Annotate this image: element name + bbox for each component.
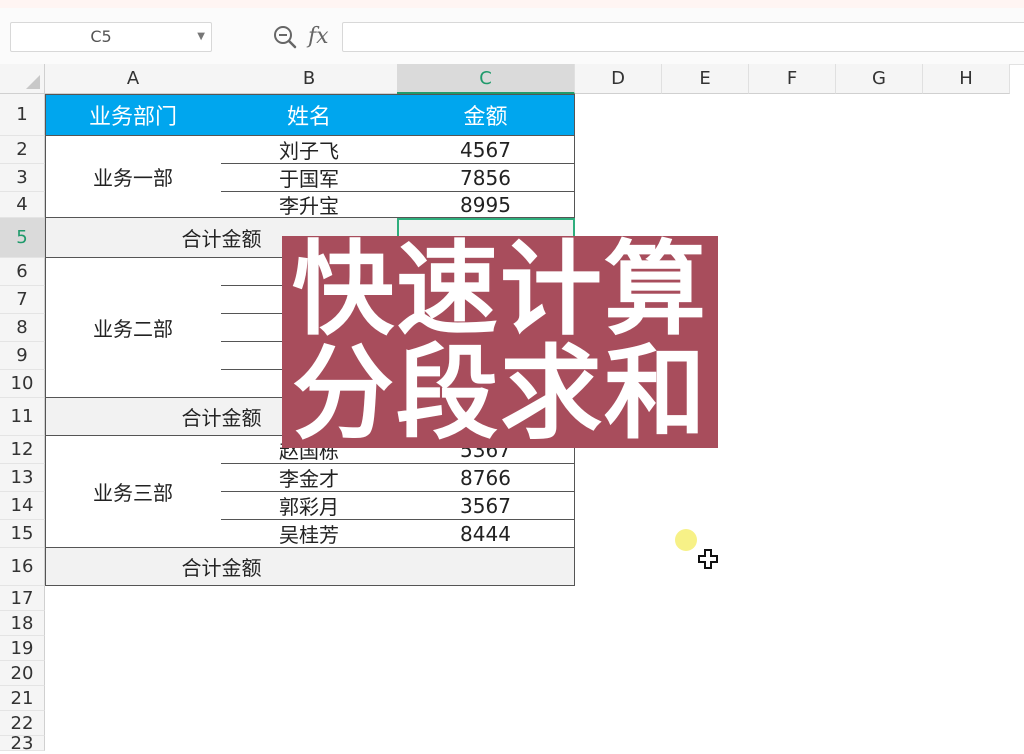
row-header-4[interactable]: 4	[0, 192, 45, 218]
dept-cell[interactable]: 业务三部	[45, 436, 222, 548]
row-header-14[interactable]: 14	[0, 492, 45, 520]
fx-icon[interactable]: fx	[308, 22, 334, 52]
row-header-17[interactable]: 17	[0, 586, 45, 611]
subtotal-label-cell[interactable]: 合计金额	[45, 548, 399, 586]
row-header-9[interactable]: 9	[0, 342, 45, 370]
amount-cell[interactable]: 8995	[397, 192, 575, 218]
row-header-7[interactable]: 7	[0, 286, 45, 314]
top-strip	[0, 0, 1024, 8]
column-header-h[interactable]: H	[923, 64, 1010, 94]
row-header-2[interactable]: 2	[0, 136, 45, 164]
column-header-c[interactable]: C	[397, 64, 575, 94]
row-header-8[interactable]: 8	[0, 314, 45, 342]
column-header-d[interactable]: D	[575, 64, 662, 94]
cursor-highlight	[675, 529, 697, 551]
row-header-18[interactable]: 18	[0, 611, 45, 636]
row-header-3[interactable]: 3	[0, 164, 45, 192]
row-header-1[interactable]: 1	[0, 94, 45, 136]
table-header-cell[interactable]: 业务部门	[45, 94, 222, 136]
amount-cell[interactable]: 7856	[397, 164, 575, 192]
column-header-e[interactable]: E	[662, 64, 749, 94]
dept-cell[interactable]: 业务二部	[45, 258, 222, 398]
row-header-19[interactable]: 19	[0, 636, 45, 661]
row-header-21[interactable]: 21	[0, 686, 45, 711]
name-cell[interactable]: 李升宝	[221, 192, 398, 218]
name-cell[interactable]: 吴桂芳	[221, 520, 398, 548]
column-header-b[interactable]: B	[221, 64, 398, 94]
amount-cell[interactable]: 3567	[397, 492, 575, 520]
column-header-f[interactable]: F	[749, 64, 836, 94]
row-header-20[interactable]: 20	[0, 661, 45, 686]
name-cell[interactable]: 刘子飞	[221, 136, 398, 164]
row-header-15[interactable]: 15	[0, 520, 45, 548]
column-header-a[interactable]: A	[45, 64, 222, 94]
title-overlay: 快速计算 分段求和	[282, 236, 718, 448]
select-all-corner[interactable]	[0, 64, 45, 94]
row-header-5[interactable]: 5	[0, 218, 45, 258]
zoom-icon[interactable]	[272, 24, 298, 50]
formula-toolbar: C5 ▼ fx	[0, 8, 1024, 65]
chevron-down-icon[interactable]: ▼	[197, 23, 205, 51]
amount-cell[interactable]: 8766	[397, 464, 575, 492]
row-header-23[interactable]: 23	[0, 733, 45, 754]
name-box-value: C5	[90, 27, 112, 46]
overlay-line-1: 快速计算	[292, 231, 708, 350]
formula-input[interactable]	[342, 22, 1024, 52]
row-header-11[interactable]: 11	[0, 398, 45, 436]
column-header-g[interactable]: G	[836, 64, 923, 94]
overlay-line-2: 分段求和	[292, 335, 708, 454]
row-header-6[interactable]: 6	[0, 258, 45, 286]
name-cell[interactable]: 李金才	[221, 464, 398, 492]
dept-cell[interactable]: 业务一部	[45, 136, 222, 218]
subtotal-value-cell[interactable]	[397, 548, 575, 586]
name-cell[interactable]: 于国军	[221, 164, 398, 192]
amount-cell[interactable]: 8444	[397, 520, 575, 548]
row-header-10[interactable]: 10	[0, 370, 45, 398]
cell-cursor-icon	[698, 549, 718, 569]
row-header-16[interactable]: 16	[0, 548, 45, 586]
row-header-12[interactable]: 12	[0, 436, 45, 464]
amount-cell[interactable]: 4567	[397, 136, 575, 164]
name-box[interactable]: C5 ▼	[10, 22, 212, 52]
table-border-top	[45, 94, 575, 95]
row-header-13[interactable]: 13	[0, 464, 45, 492]
name-cell[interactable]: 郭彩月	[221, 492, 398, 520]
table-header-cell[interactable]: 姓名	[221, 94, 398, 136]
table-border-left	[45, 94, 46, 586]
table-header-cell[interactable]: 金额	[397, 94, 575, 136]
